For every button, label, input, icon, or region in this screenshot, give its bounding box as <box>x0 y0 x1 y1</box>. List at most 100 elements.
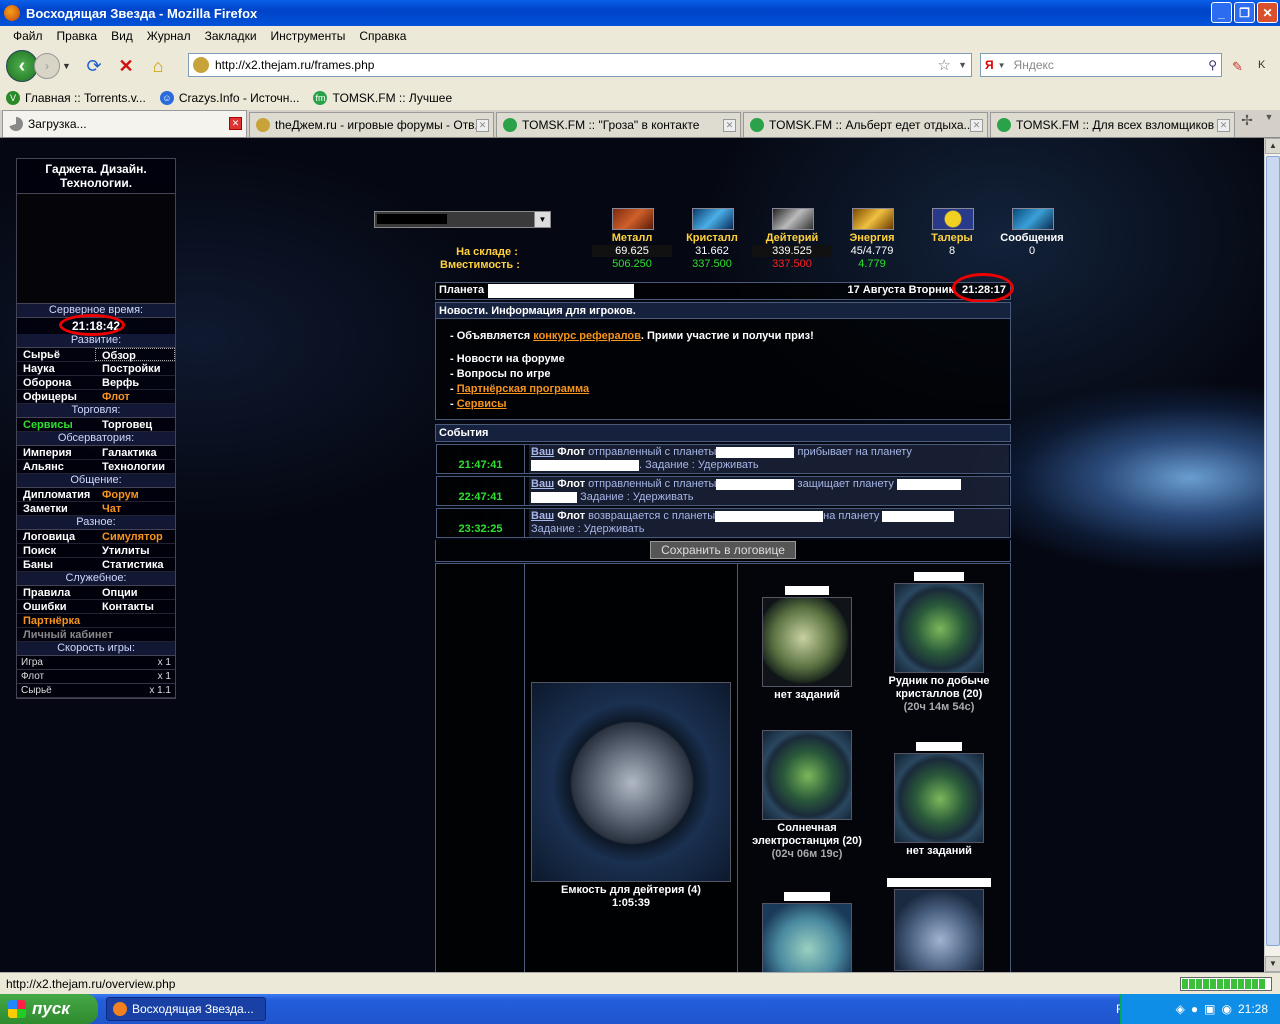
link-shipyard[interactable]: Верфь <box>96 376 175 389</box>
scroll-up-icon[interactable]: ▲ <box>1265 138 1280 154</box>
search-input[interactable]: Я ▼ Яндекс ⚲ <box>980 53 1222 77</box>
close-tab-icon[interactable]: ✕ <box>723 119 736 132</box>
link-partner[interactable]: Партнёрка <box>17 614 175 627</box>
bookmark-star-icon[interactable]: ☆ <box>938 56 951 74</box>
link-simulator[interactable]: Симулятор <box>96 530 175 543</box>
news-forum[interactable]: - Новости на форуме <box>450 352 1010 367</box>
metal-icon[interactable] <box>612 208 654 230</box>
close-tab-icon[interactable]: ✕ <box>970 119 983 132</box>
save-to-log-button[interactable]: Сохранить в логовице <box>650 541 796 559</box>
messages-icon[interactable] <box>1012 208 1054 230</box>
metal-label[interactable]: Металл <box>592 232 672 244</box>
building-slot[interactable]: нет заданий <box>740 586 874 702</box>
link-bans[interactable]: Баны <box>17 558 96 571</box>
link-alliance[interactable]: Альянс <box>17 460 96 473</box>
tab-tomsk-albert[interactable]: TOMSK.FM :: Альберт едет отдыха... ✕ <box>743 112 988 137</box>
link-defense[interactable]: Оборона <box>17 376 96 389</box>
energy-icon[interactable] <box>852 208 894 230</box>
tray-icon[interactable]: ◉ <box>1221 1002 1231 1016</box>
link-technologies[interactable]: Технологии <box>96 460 175 473</box>
link-chat[interactable]: Чат <box>96 502 175 515</box>
tab-thejam[interactable]: theДжем.ru - игровые форумы - Отв... ✕ <box>249 112 494 137</box>
planet-thumbnail[interactable] <box>762 597 852 687</box>
link-forum[interactable]: Форум <box>96 488 175 501</box>
link-galaxy[interactable]: Галактика <box>96 446 175 459</box>
menu-help[interactable]: Справка <box>352 29 413 43</box>
link-officers[interactable]: Офицеры <box>17 390 96 403</box>
planet-image[interactable] <box>531 682 731 882</box>
ad-title[interactable]: Гаджета. Дизайн. Технологии. <box>17 159 175 194</box>
link-research[interactable]: Наука <box>17 362 96 375</box>
close-tab-icon[interactable]: ✕ <box>1217 119 1230 132</box>
link-statistics[interactable]: Статистика <box>96 558 175 571</box>
tab-tomsk-groza[interactable]: TOMSK.FM :: "Гроза" в контакте ✕ <box>496 112 741 137</box>
forward-button[interactable]: › <box>34 53 60 79</box>
url-bar[interactable]: http://x2.thejam.ru/frames.php ☆ ▼ <box>188 53 972 77</box>
link-options[interactable]: Опции <box>96 586 175 599</box>
building-slot[interactable]: Рудник по добыче кристаллов (20) (20ч 14… <box>874 572 1004 714</box>
link-errors[interactable]: Ошибки <box>17 600 96 613</box>
planet-thumbnail[interactable] <box>762 903 852 972</box>
stop-icon[interactable]: ✕ <box>112 52 140 80</box>
close-tab-icon[interactable]: ✕ <box>229 117 242 130</box>
partner-link[interactable]: Партнёрская программа <box>457 383 589 395</box>
ad-banner[interactable] <box>17 194 175 304</box>
building-slot[interactable] <box>874 878 1004 971</box>
thalers-label[interactable]: Талеры <box>912 232 992 244</box>
tab-tomsk-hackers[interactable]: TOMSK.FM :: Для всех взломщиков ... ✕ <box>990 112 1235 137</box>
messages-label[interactable]: Сообщения <box>992 232 1072 244</box>
link-trader[interactable]: Торговец <box>96 418 175 431</box>
menu-file[interactable]: Файл <box>6 29 50 43</box>
planet-select[interactable]: ▼ <box>374 211 551 228</box>
main-building[interactable]: Емкость для дейтерия (4) 1:05:39 <box>531 682 731 910</box>
link-notes[interactable]: Заметки <box>17 502 96 515</box>
planet-thumbnail[interactable] <box>762 730 852 820</box>
link-search[interactable]: Поиск <box>17 544 96 557</box>
taskbar-item-firefox[interactable]: Восходящая Звезда... <box>106 997 266 1021</box>
energy-label[interactable]: Энергия <box>832 232 912 244</box>
link-utilities[interactable]: Утилиты <box>96 544 175 557</box>
tray-icon[interactable]: ▣ <box>1204 1002 1215 1016</box>
page-scrollbar[interactable]: ▲ ▼ <box>1264 138 1280 972</box>
scroll-down-icon[interactable]: ▼ <box>1265 956 1280 972</box>
deuterium-icon[interactable] <box>772 208 814 230</box>
addon-icon[interactable]: ✎ <box>1232 59 1243 75</box>
link-log[interactable]: Логовица <box>17 530 96 543</box>
planet-thumbnail[interactable] <box>894 889 984 971</box>
deuterium-label[interactable]: Дейтерий <box>752 232 832 244</box>
close-window-button[interactable]: ✕ <box>1257 2 1278 23</box>
search-icon[interactable]: ⚲ <box>1208 58 1217 72</box>
bookmark-tomsk[interactable]: fm TOMSK.FM :: Лучшее <box>313 91 452 105</box>
thalers-icon[interactable] <box>932 208 974 230</box>
link-services[interactable]: Сервисы <box>17 418 96 431</box>
addon-k-icon[interactable]: K <box>1258 59 1265 71</box>
url-dropdown-icon[interactable]: ▼ <box>958 60 967 70</box>
link-contacts[interactable]: Контакты <box>96 600 175 613</box>
event-fleet-link[interactable]: Флот <box>557 446 585 458</box>
planet-thumbnail[interactable] <box>894 583 984 673</box>
history-dropdown-icon[interactable]: ▼ <box>62 61 76 71</box>
close-tab-icon[interactable]: ✕ <box>476 119 489 132</box>
chevron-down-icon[interactable]: ▼ <box>534 212 550 227</box>
link-cabinet[interactable]: Личный кабинет <box>17 628 175 641</box>
link-resources[interactable]: Сырьё <box>17 348 95 361</box>
tab-list-icon[interactable]: ▼ <box>1259 112 1279 137</box>
link-buildings[interactable]: Постройки <box>96 362 175 375</box>
crystal-label[interactable]: Кристалл <box>672 232 752 244</box>
news-questions[interactable]: - Вопросы по игре <box>450 367 1010 382</box>
maximize-button[interactable]: ❐ <box>1234 2 1255 23</box>
link-overview[interactable]: Обзор <box>95 348 175 362</box>
tray-icon[interactable]: ◈ <box>1176 1002 1185 1016</box>
menu-bookmarks[interactable]: Закладки <box>198 29 264 43</box>
url-text[interactable]: http://x2.thejam.ru/frames.php <box>215 58 374 72</box>
bookmark-torrents[interactable]: V Главная :: Torrents.v... <box>6 91 146 105</box>
building-slot[interactable]: Солнечная электростанция (20) (02ч 06м 1… <box>740 730 874 861</box>
event-fleet-link[interactable]: Флот <box>557 478 585 490</box>
new-tab-icon[interactable]: ✢ <box>1235 112 1259 137</box>
start-button[interactable]: пуск <box>0 994 98 1024</box>
reload-icon[interactable]: ⟳ <box>80 52 108 80</box>
tray-icon[interactable]: ● <box>1191 1002 1198 1016</box>
building-slot[interactable] <box>740 892 874 972</box>
yandex-icon[interactable]: Я <box>985 58 994 72</box>
bookmark-crazys[interactable]: ☺ Crazys.Info - Источн... <box>159 91 299 105</box>
